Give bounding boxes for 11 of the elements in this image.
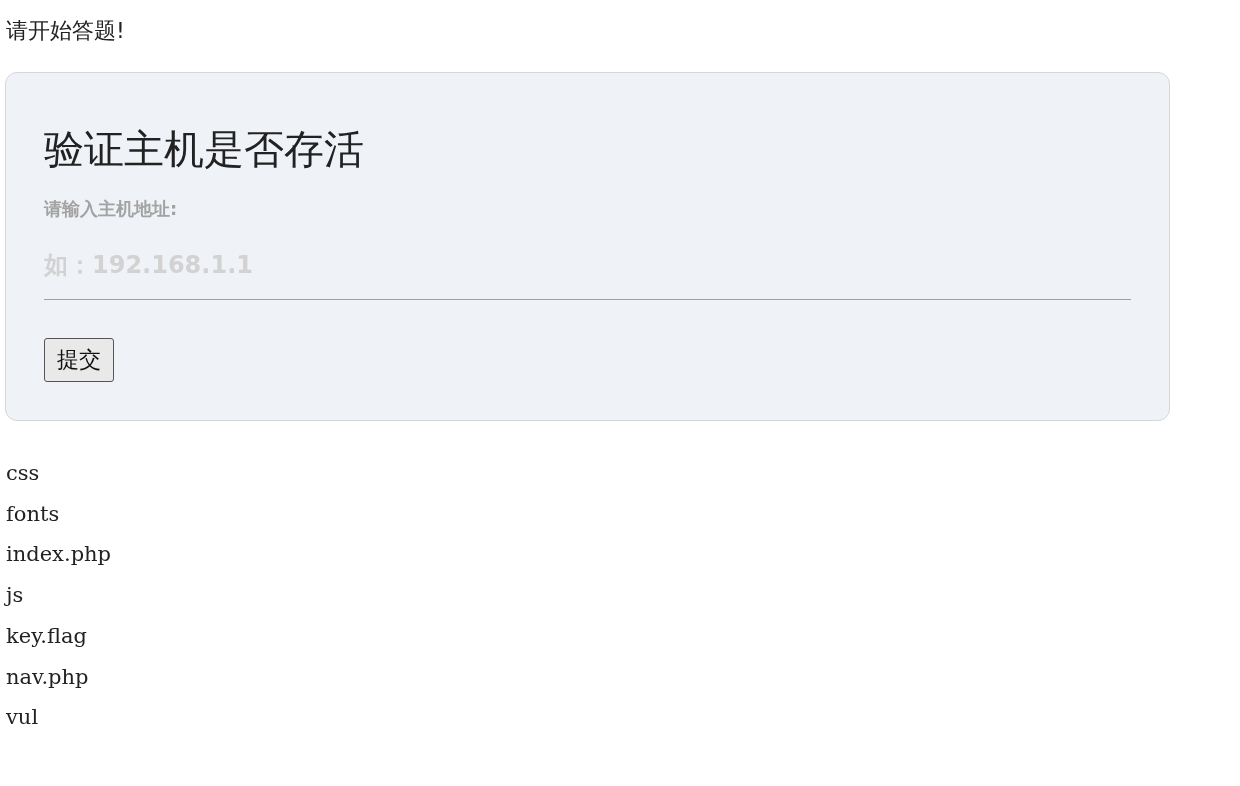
field-label: 请输入主机地址:	[44, 197, 179, 221]
prompt-text: 请开始答题!	[6, 17, 126, 45]
file-name: fonts	[5, 500, 60, 528]
file-name: vul	[5, 704, 39, 732]
file-name: key.flag	[5, 622, 87, 650]
submit-button[interactable]: 提交	[44, 338, 114, 382]
form-title: 验证主机是否存活	[44, 125, 365, 174]
file-name: index.php	[5, 541, 112, 569]
file-name: nav.php	[5, 663, 89, 691]
file-name: css	[5, 460, 40, 487]
file-name: js	[5, 582, 24, 610]
